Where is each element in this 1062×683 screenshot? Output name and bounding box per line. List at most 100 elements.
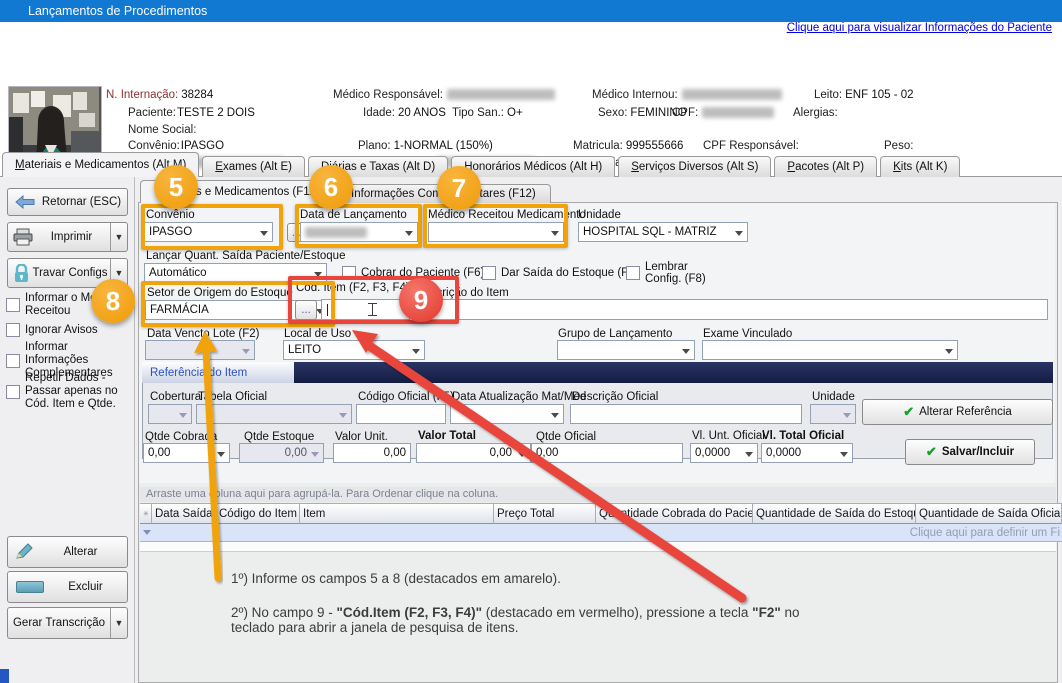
salvar-incluir-button[interactable]: ✔Salvar/Incluir (905, 439, 1035, 465)
main-tab-2[interactable]: Exames (Alt E) (202, 156, 305, 177)
title-bar: Lançamentos de Procedimentos (0, 0, 1062, 22)
field-plano: Plano:1-NORMAL (150%) (358, 140, 493, 152)
grid-column-header[interactable]: Preço Total (494, 503, 596, 524)
grupo-lancamento-label: Grupo de Lançamento (558, 328, 672, 340)
valor-total-input[interactable]: 0,00 (416, 443, 531, 463)
retornar-button[interactable]: Retornar (ESC) (7, 188, 128, 216)
lancar-quant-label: Lançar Quant. Saída Paciente/Estoque (146, 250, 345, 262)
sidebar-splitter[interactable] (134, 177, 135, 683)
valor-unit-label: Valor Unit. (335, 431, 388, 443)
main-tab-7[interactable]: Kits (Alt K) (880, 156, 960, 177)
descricao-oficial-input[interactable] (570, 404, 802, 424)
field-tipo-sanguineo: Tipo San.:O+ (452, 107, 523, 119)
highlight-box-data-lancamento (295, 204, 422, 248)
ignorar-avisos-checkbox[interactable]: Ignorar Avisos (6, 323, 130, 337)
field-idade: Idade:20 ANOS (363, 107, 446, 119)
repetir-dados-checkbox[interactable]: Repetir Dados - Passar apenas no Cód. It… (6, 372, 130, 411)
callout-badge-7: 7 (437, 166, 481, 210)
grid-column-header[interactable]: Quantidade de Saída Oficial (916, 503, 1062, 524)
grid-column-header[interactable]: Quantidade Cobrada do Paciente (596, 503, 753, 524)
main-tab-strip: Materiais e Medicamentos (Alt M)Exames (… (2, 152, 963, 177)
tabela-oficial-label: Tabela Oficial (198, 391, 267, 403)
grid-column-header[interactable]: Data Saída (152, 503, 216, 524)
codigo-oficial-label: Código Oficial (F5) (358, 391, 454, 403)
main-tab-5[interactable]: Serviços Diversos (Alt S) (618, 156, 771, 177)
vl-total-oficial-label: Vl. Total Oficial (762, 430, 844, 442)
alterar-referencia-button[interactable]: ✔Alterar Referência (862, 399, 1053, 425)
check-icon: ✔ (926, 444, 937, 460)
field-matricula: Matricula:999555666 (573, 140, 683, 152)
local-uso-select[interactable]: LEITO (283, 340, 425, 360)
vl-total-oficial-input[interactable]: 0,0000 (761, 443, 853, 463)
redacted-value (682, 89, 782, 100)
field-leito: Leito:ENF 105 - 02 (814, 89, 914, 101)
callout-badge-8: 8 (91, 279, 135, 323)
window-corner (0, 669, 9, 683)
unidade-select[interactable]: HOSPITAL SQL - MATRIZ (578, 222, 748, 242)
checkbox-box (482, 266, 496, 280)
link-row: Clique aqui para visualizar Informações … (0, 22, 1056, 40)
grid-column-header[interactable]: Código do Item (216, 503, 300, 524)
filter-funnel-icon (143, 530, 151, 539)
unidade-oficial-select (810, 404, 856, 424)
grid-header: ✳Data SaídaCódigo do ItemItemPreço Total… (140, 503, 1062, 524)
exame-vinculado-label: Exame Vinculado (703, 328, 792, 340)
gerar-transcricao-button[interactable]: Gerar Transcrição ▼ (7, 607, 128, 639)
imprimir-button[interactable]: Imprimir ▼ (7, 222, 128, 252)
field-alergias: Alergias: (793, 107, 838, 119)
qtde-cobrada-input[interactable]: 0,00 (143, 443, 230, 463)
tabela-oficial-select (196, 404, 352, 424)
gerar-dropdown[interactable]: ▼ (110, 608, 127, 638)
descricao-item-input[interactable] (414, 299, 1048, 320)
imprimir-dropdown[interactable]: ▼ (110, 223, 127, 251)
unidade-label: Unidade (578, 209, 621, 221)
back-arrow-icon (14, 195, 36, 209)
field-n-internacao: N. Internação:38284 (106, 89, 213, 101)
redacted-value (447, 89, 555, 100)
pencil-icon (14, 543, 34, 561)
field-paciente: Paciente:TESTE 2 DOIS (128, 107, 255, 119)
checkbox-box (6, 354, 20, 368)
codigo-oficial-input[interactable] (356, 404, 446, 424)
instruction-step2: 2º) No campo 9 - "Cód.Item (F2, F3, F4)"… (231, 605, 817, 635)
field-cpf: CPF: (672, 107, 774, 119)
printer-icon (13, 228, 33, 246)
grid-empty-row (140, 542, 1056, 552)
lock-icon (13, 264, 30, 283)
main-tab-6[interactable]: Pacotes (Alt P) (774, 156, 877, 177)
patient-info-link[interactable]: Clique aqui para visualizar Informações … (787, 22, 1052, 34)
local-uso-label: Local de Uso (284, 328, 351, 340)
callout-badge-5: 5 (154, 165, 198, 209)
referencia-title: Referência do Item (142, 362, 294, 383)
field-medico-internou: Médico Internou: (592, 89, 782, 101)
valor-unit-input[interactable]: 0,00 (333, 443, 411, 463)
callout-badge-9: 9 (399, 278, 443, 322)
highlight-box-convenio (141, 204, 283, 250)
grupo-lancamento-select[interactable] (557, 340, 695, 360)
vl-unt-oficial-label: Vl. Unt. Oficial (692, 430, 765, 442)
exame-vinculado-select[interactable] (702, 340, 958, 360)
grid-group-hint[interactable]: Arraste uma coluna aqui para agrupá-la. … (140, 487, 1056, 502)
dar-saida-checkbox[interactable]: Dar Saída do Estoque (F7) (482, 266, 638, 280)
descricao-oficial-label: Descrição Oficial (572, 391, 658, 403)
grid-corner-icon: ✳ (140, 503, 152, 524)
vl-unt-oficial-input[interactable]: 0,0000 (690, 443, 758, 463)
field-cpf-responsavel: CPF Responsável: (703, 140, 799, 152)
eraser-icon (16, 581, 44, 593)
qtde-oficial-label: Qtde Oficial (536, 431, 596, 443)
grid-filter-row[interactable]: Clique aqui para definir um Fi (140, 524, 1062, 542)
field-peso: Peso: (884, 140, 913, 152)
data-atualizacao-select[interactable] (450, 404, 564, 424)
unidade-oficial-label: Unidade (812, 391, 855, 403)
excluir-button[interactable]: Excluir (7, 571, 128, 603)
instruction-step1: 1º) Informe os campos 5 a 8 (destacados … (231, 571, 561, 586)
checkbox-box (6, 323, 20, 337)
lembrar-config-checkbox[interactable]: Lembrar Config. (F8) (626, 261, 728, 285)
valor-total-label: Valor Total (418, 430, 476, 442)
callout-badge-6: 6 (309, 165, 353, 209)
alterar-button[interactable]: Alterar (7, 536, 128, 568)
grid-column-header[interactable]: Item (300, 503, 494, 524)
qtde-oficial-input[interactable]: 0,00 (531, 443, 683, 463)
window-title: Lançamentos de Procedimentos (28, 4, 207, 18)
grid-column-header[interactable]: Quantidade de Saída do Estoque (753, 503, 916, 524)
